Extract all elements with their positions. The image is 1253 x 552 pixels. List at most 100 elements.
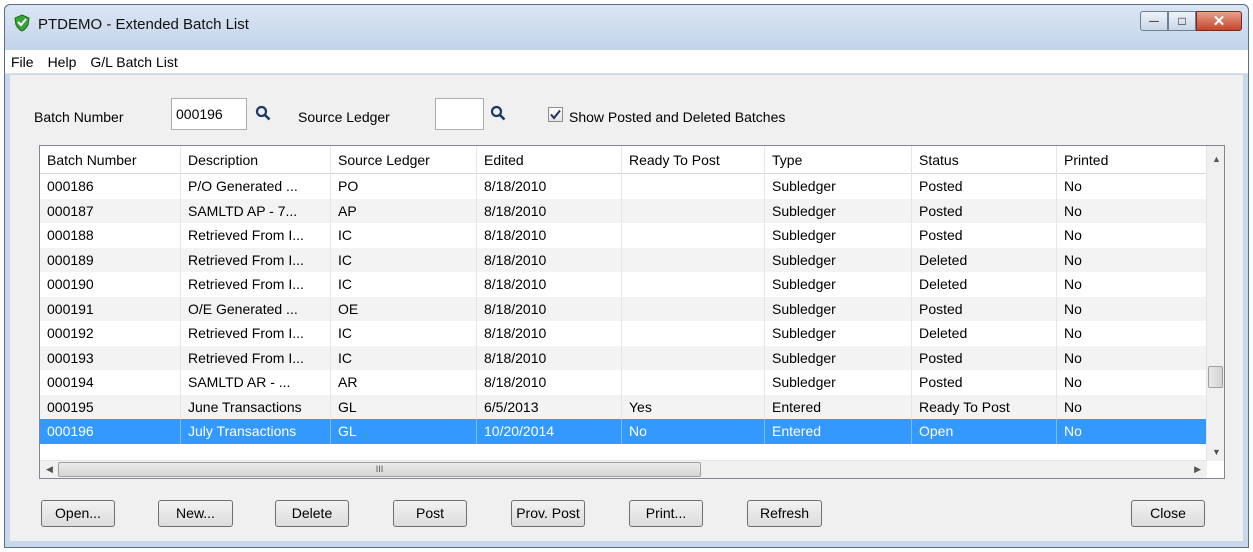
vertical-scroll-thumb[interactable] bbox=[1208, 366, 1223, 388]
table-cell bbox=[622, 272, 765, 297]
table-cell: Subledger bbox=[765, 321, 912, 346]
scroll-down-icon[interactable]: ▼ bbox=[1212, 447, 1221, 457]
menu-gl-batch-list[interactable]: G/L Batch List bbox=[90, 54, 177, 70]
close-button[interactable]: Close bbox=[1131, 500, 1205, 527]
table-cell: Posted bbox=[912, 296, 1057, 321]
print-button[interactable]: Print... bbox=[629, 500, 703, 527]
show-posted-label[interactable]: Show Posted and Deleted Batches bbox=[569, 109, 785, 125]
table-cell: No bbox=[1057, 296, 1207, 321]
table-cell: 8/18/2010 bbox=[477, 321, 622, 346]
table-cell: 000191 bbox=[40, 296, 181, 321]
provisional-post-button[interactable]: Prov. Post bbox=[511, 500, 585, 527]
table-cell: Retrieved From I... bbox=[181, 223, 331, 248]
column-header[interactable]: Status bbox=[912, 146, 1057, 174]
table-cell bbox=[622, 345, 765, 370]
column-header[interactable]: Description bbox=[181, 146, 331, 174]
table-cell: Posted bbox=[912, 174, 1057, 199]
table-cell: 000192 bbox=[40, 321, 181, 346]
menu-help[interactable]: Help bbox=[48, 54, 77, 70]
delete-button[interactable]: Delete bbox=[275, 500, 349, 527]
table-cell bbox=[622, 247, 765, 272]
table-cell: Posted bbox=[912, 345, 1057, 370]
column-header[interactable]: Printed bbox=[1057, 146, 1207, 174]
horizontal-scrollbar[interactable]: ◀ III ▶ bbox=[40, 460, 1207, 478]
table-cell: No bbox=[1057, 174, 1207, 199]
table-row[interactable]: 000196 July Transactions GL 10/20/2014 No Ent… bbox=[40, 419, 1207, 444]
show-posted-checkbox[interactable] bbox=[548, 107, 563, 122]
table-cell: 8/18/2010 bbox=[477, 198, 622, 223]
table-cell: AP bbox=[331, 198, 477, 223]
table-cell: 000193 bbox=[40, 345, 181, 370]
source-ledger-label: Source Ledger bbox=[298, 109, 390, 125]
batch-number-input[interactable]: 000196 bbox=[171, 98, 247, 130]
table-row[interactable]: 000189 Retrieved From I... IC 8/18/2010 Subl… bbox=[40, 247, 1207, 272]
table-cell: Entered bbox=[765, 419, 912, 444]
table-cell: No bbox=[1057, 198, 1207, 223]
horizontal-scroll-thumb[interactable]: III bbox=[58, 462, 701, 477]
menu-file[interactable]: File bbox=[11, 54, 34, 70]
column-header[interactable]: Edited bbox=[477, 146, 622, 174]
table-cell: GL bbox=[331, 394, 477, 419]
source-ledger-input[interactable] bbox=[435, 98, 484, 130]
table-cell: 000190 bbox=[40, 272, 181, 297]
table-cell: IC bbox=[331, 272, 477, 297]
table-cell: Retrieved From I... bbox=[181, 321, 331, 346]
table-cell: 000188 bbox=[40, 223, 181, 248]
batch-number-search-icon[interactable] bbox=[255, 105, 271, 121]
open-button[interactable]: Open... bbox=[41, 500, 115, 527]
table-row[interactable]: 000193 Retrieved From I... IC 8/18/2010 Subl… bbox=[40, 345, 1207, 370]
table-cell: Subledger bbox=[765, 198, 912, 223]
column-header[interactable]: Source Ledger bbox=[331, 146, 477, 174]
column-header[interactable]: Ready To Post bbox=[622, 146, 765, 174]
table-row[interactable]: 000192 Retrieved From I... IC 8/18/2010 Subl… bbox=[40, 321, 1207, 346]
title-bar[interactable]: PTDEMO - Extended Batch List — □ ✕ bbox=[5, 5, 1248, 50]
table-cell: June Transactions bbox=[181, 394, 331, 419]
app-shield-icon bbox=[14, 14, 30, 32]
table-cell: 000189 bbox=[40, 247, 181, 272]
table-cell: No bbox=[1057, 345, 1207, 370]
vertical-scrollbar[interactable]: ▲ ▼ bbox=[1206, 146, 1224, 461]
new-button[interactable]: New... bbox=[158, 500, 233, 527]
table-row[interactable]: 000191 O/E Generated ... OE 8/18/2010 Subled… bbox=[40, 296, 1207, 321]
table-row[interactable]: 000188 Retrieved From I... IC 8/18/2010 Subl… bbox=[40, 223, 1207, 248]
post-button[interactable]: Post bbox=[393, 500, 467, 527]
table-cell: No bbox=[1057, 247, 1207, 272]
table-cell bbox=[622, 223, 765, 248]
client-area: Batch Number 000196 Source Ledger Show P… bbox=[10, 75, 1243, 541]
table-cell: AR bbox=[331, 370, 477, 395]
table-cell: No bbox=[622, 419, 765, 444]
table-row[interactable]: 000195 June Transactions GL 6/5/2013 Yes Ente… bbox=[40, 394, 1207, 419]
table-cell: 8/18/2010 bbox=[477, 272, 622, 297]
maximize-button[interactable]: □ bbox=[1168, 11, 1196, 31]
table-cell: Open bbox=[912, 419, 1057, 444]
table-row[interactable]: 000194 SAMLTD AR - ... AR 8/18/2010 Subledge… bbox=[40, 370, 1207, 395]
table-cell: Ready To Post bbox=[912, 394, 1057, 419]
column-header[interactable]: Type bbox=[765, 146, 912, 174]
table-row[interactable]: 000190 Retrieved From I... IC 8/18/2010 Subl… bbox=[40, 272, 1207, 297]
table-cell: Deleted bbox=[912, 272, 1057, 297]
scroll-right-icon[interactable]: ▶ bbox=[1194, 464, 1201, 475]
table-body: 000186 P/O Generated ... PO 8/18/2010 Subled… bbox=[40, 174, 1207, 444]
table-cell: July Transactions bbox=[181, 419, 331, 444]
scroll-up-icon[interactable]: ▲ bbox=[1212, 154, 1221, 164]
minimize-button[interactable]: — bbox=[1140, 11, 1168, 31]
scroll-left-icon[interactable]: ◀ bbox=[46, 464, 53, 475]
table-cell: Subledger bbox=[765, 345, 912, 370]
table-header: Batch Number Description Source Ledger E… bbox=[40, 146, 1207, 174]
table-cell bbox=[622, 198, 765, 223]
table-cell: Subledger bbox=[765, 223, 912, 248]
table-cell: IC bbox=[331, 223, 477, 248]
table-cell: 8/18/2010 bbox=[477, 247, 622, 272]
table-cell: Subledger bbox=[765, 296, 912, 321]
close-icon: ✕ bbox=[1212, 13, 1226, 30]
table-cell: OE bbox=[331, 296, 477, 321]
table-row[interactable]: 000186 P/O Generated ... PO 8/18/2010 Subled… bbox=[40, 174, 1207, 199]
refresh-button[interactable]: Refresh bbox=[747, 500, 822, 527]
close-window-button[interactable]: ✕ bbox=[1196, 11, 1242, 31]
source-ledger-search-icon[interactable] bbox=[490, 105, 506, 121]
table-cell: Posted bbox=[912, 198, 1057, 223]
scroll-grip: III bbox=[375, 464, 384, 474]
column-header[interactable]: Batch Number bbox=[40, 146, 181, 174]
table-row[interactable]: 000187 SAMLTD AP - 7... AP 8/18/2010 Subledg… bbox=[40, 198, 1207, 223]
table-cell: No bbox=[1057, 272, 1207, 297]
